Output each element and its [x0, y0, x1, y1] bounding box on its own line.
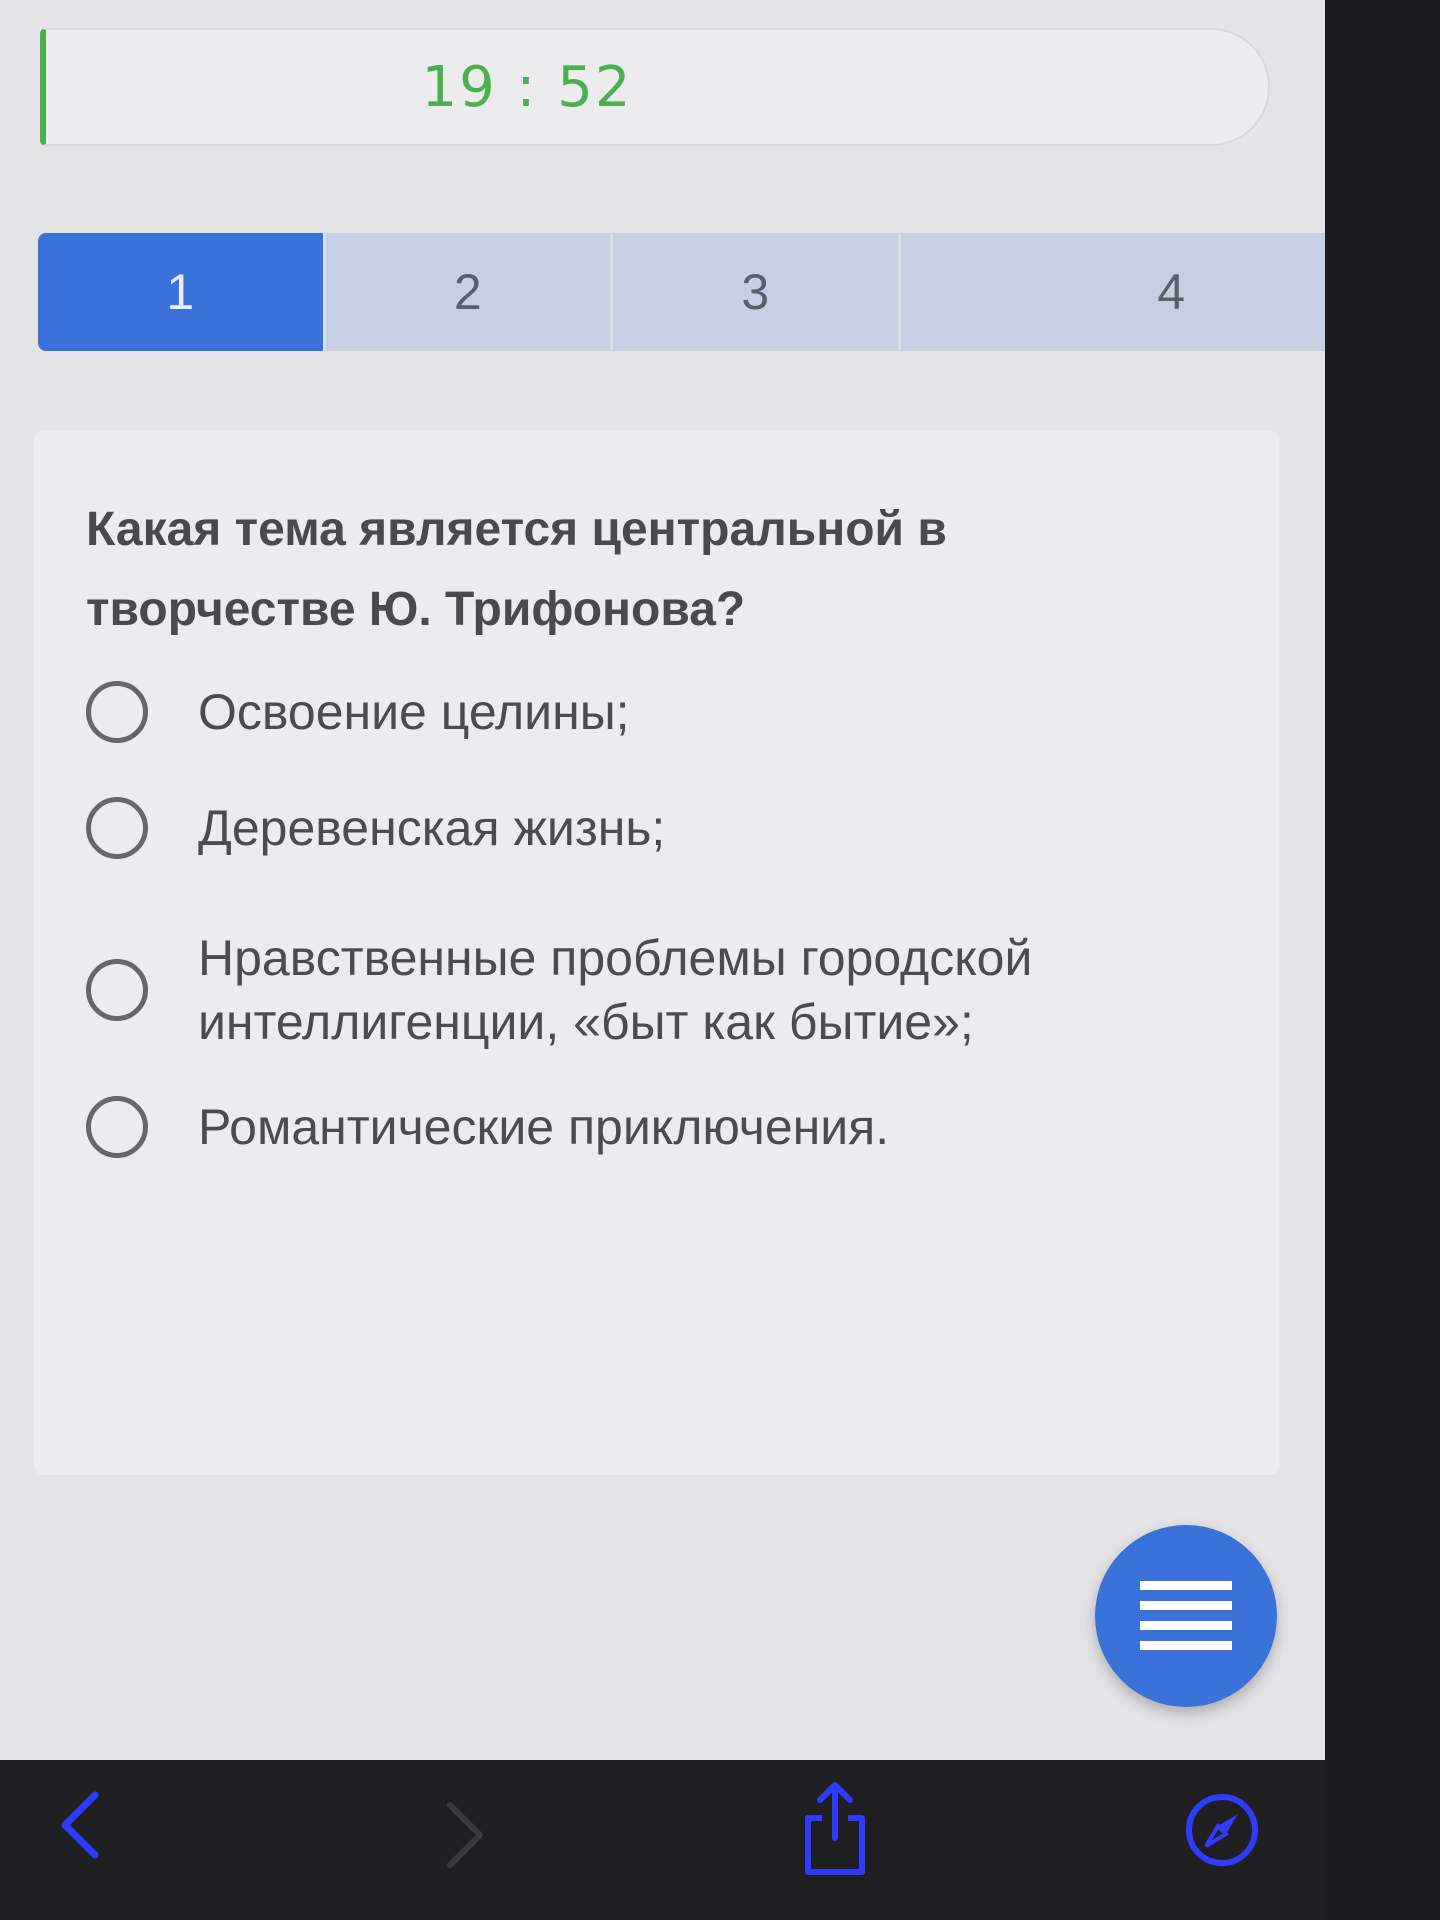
tab-question-3[interactable]: 3 — [613, 233, 901, 351]
radio-button[interactable] — [86, 1096, 148, 1158]
radio-button[interactable] — [86, 959, 148, 1021]
chevron-right-icon[interactable] — [440, 1800, 490, 1870]
tab-question-1[interactable]: 1 — [38, 233, 326, 351]
timer-value: 19 : 52 — [421, 54, 633, 120]
answer-label: Нравственные проблемы городской интеллиг… — [198, 930, 1033, 1050]
radio-button[interactable] — [86, 797, 148, 859]
menu-icon — [1140, 1581, 1232, 1650]
answer-label: Деревенская жизнь; — [198, 800, 666, 856]
quiz-screen: 19 : 52 1 2 3 4 Какая тема является цент… — [0, 0, 1325, 1760]
chevron-left-icon[interactable] — [55, 1790, 105, 1860]
timer-bar: 19 : 52 — [40, 28, 1270, 146]
question-card: Какая тема является центральной в творче… — [34, 430, 1279, 1475]
answer-option-2[interactable]: Деревенская жизнь; — [86, 796, 1198, 860]
radio-button[interactable] — [86, 681, 148, 743]
answer-label: Романтические приключения. — [198, 1099, 890, 1155]
tab-question-2[interactable]: 2 — [325, 233, 613, 351]
share-icon[interactable] — [800, 1780, 870, 1880]
question-tabs: 1 2 3 4 — [38, 233, 1325, 351]
answer-option-3[interactable]: Нравственные проблемы городской интеллиг… — [86, 926, 1118, 1054]
browser-toolbar — [0, 1760, 1325, 1920]
answer-option-4[interactable]: Романтические приключения. — [86, 1095, 1198, 1159]
tab-question-4[interactable]: 4 — [900, 233, 1325, 351]
menu-button[interactable] — [1095, 1525, 1277, 1707]
question-text: Какая тема является центральной в творче… — [86, 503, 947, 636]
answer-label: Освоение целины; — [198, 684, 630, 740]
answer-option-1[interactable]: Освоение целины; — [86, 680, 1198, 744]
compass-icon[interactable] — [1182, 1790, 1262, 1870]
